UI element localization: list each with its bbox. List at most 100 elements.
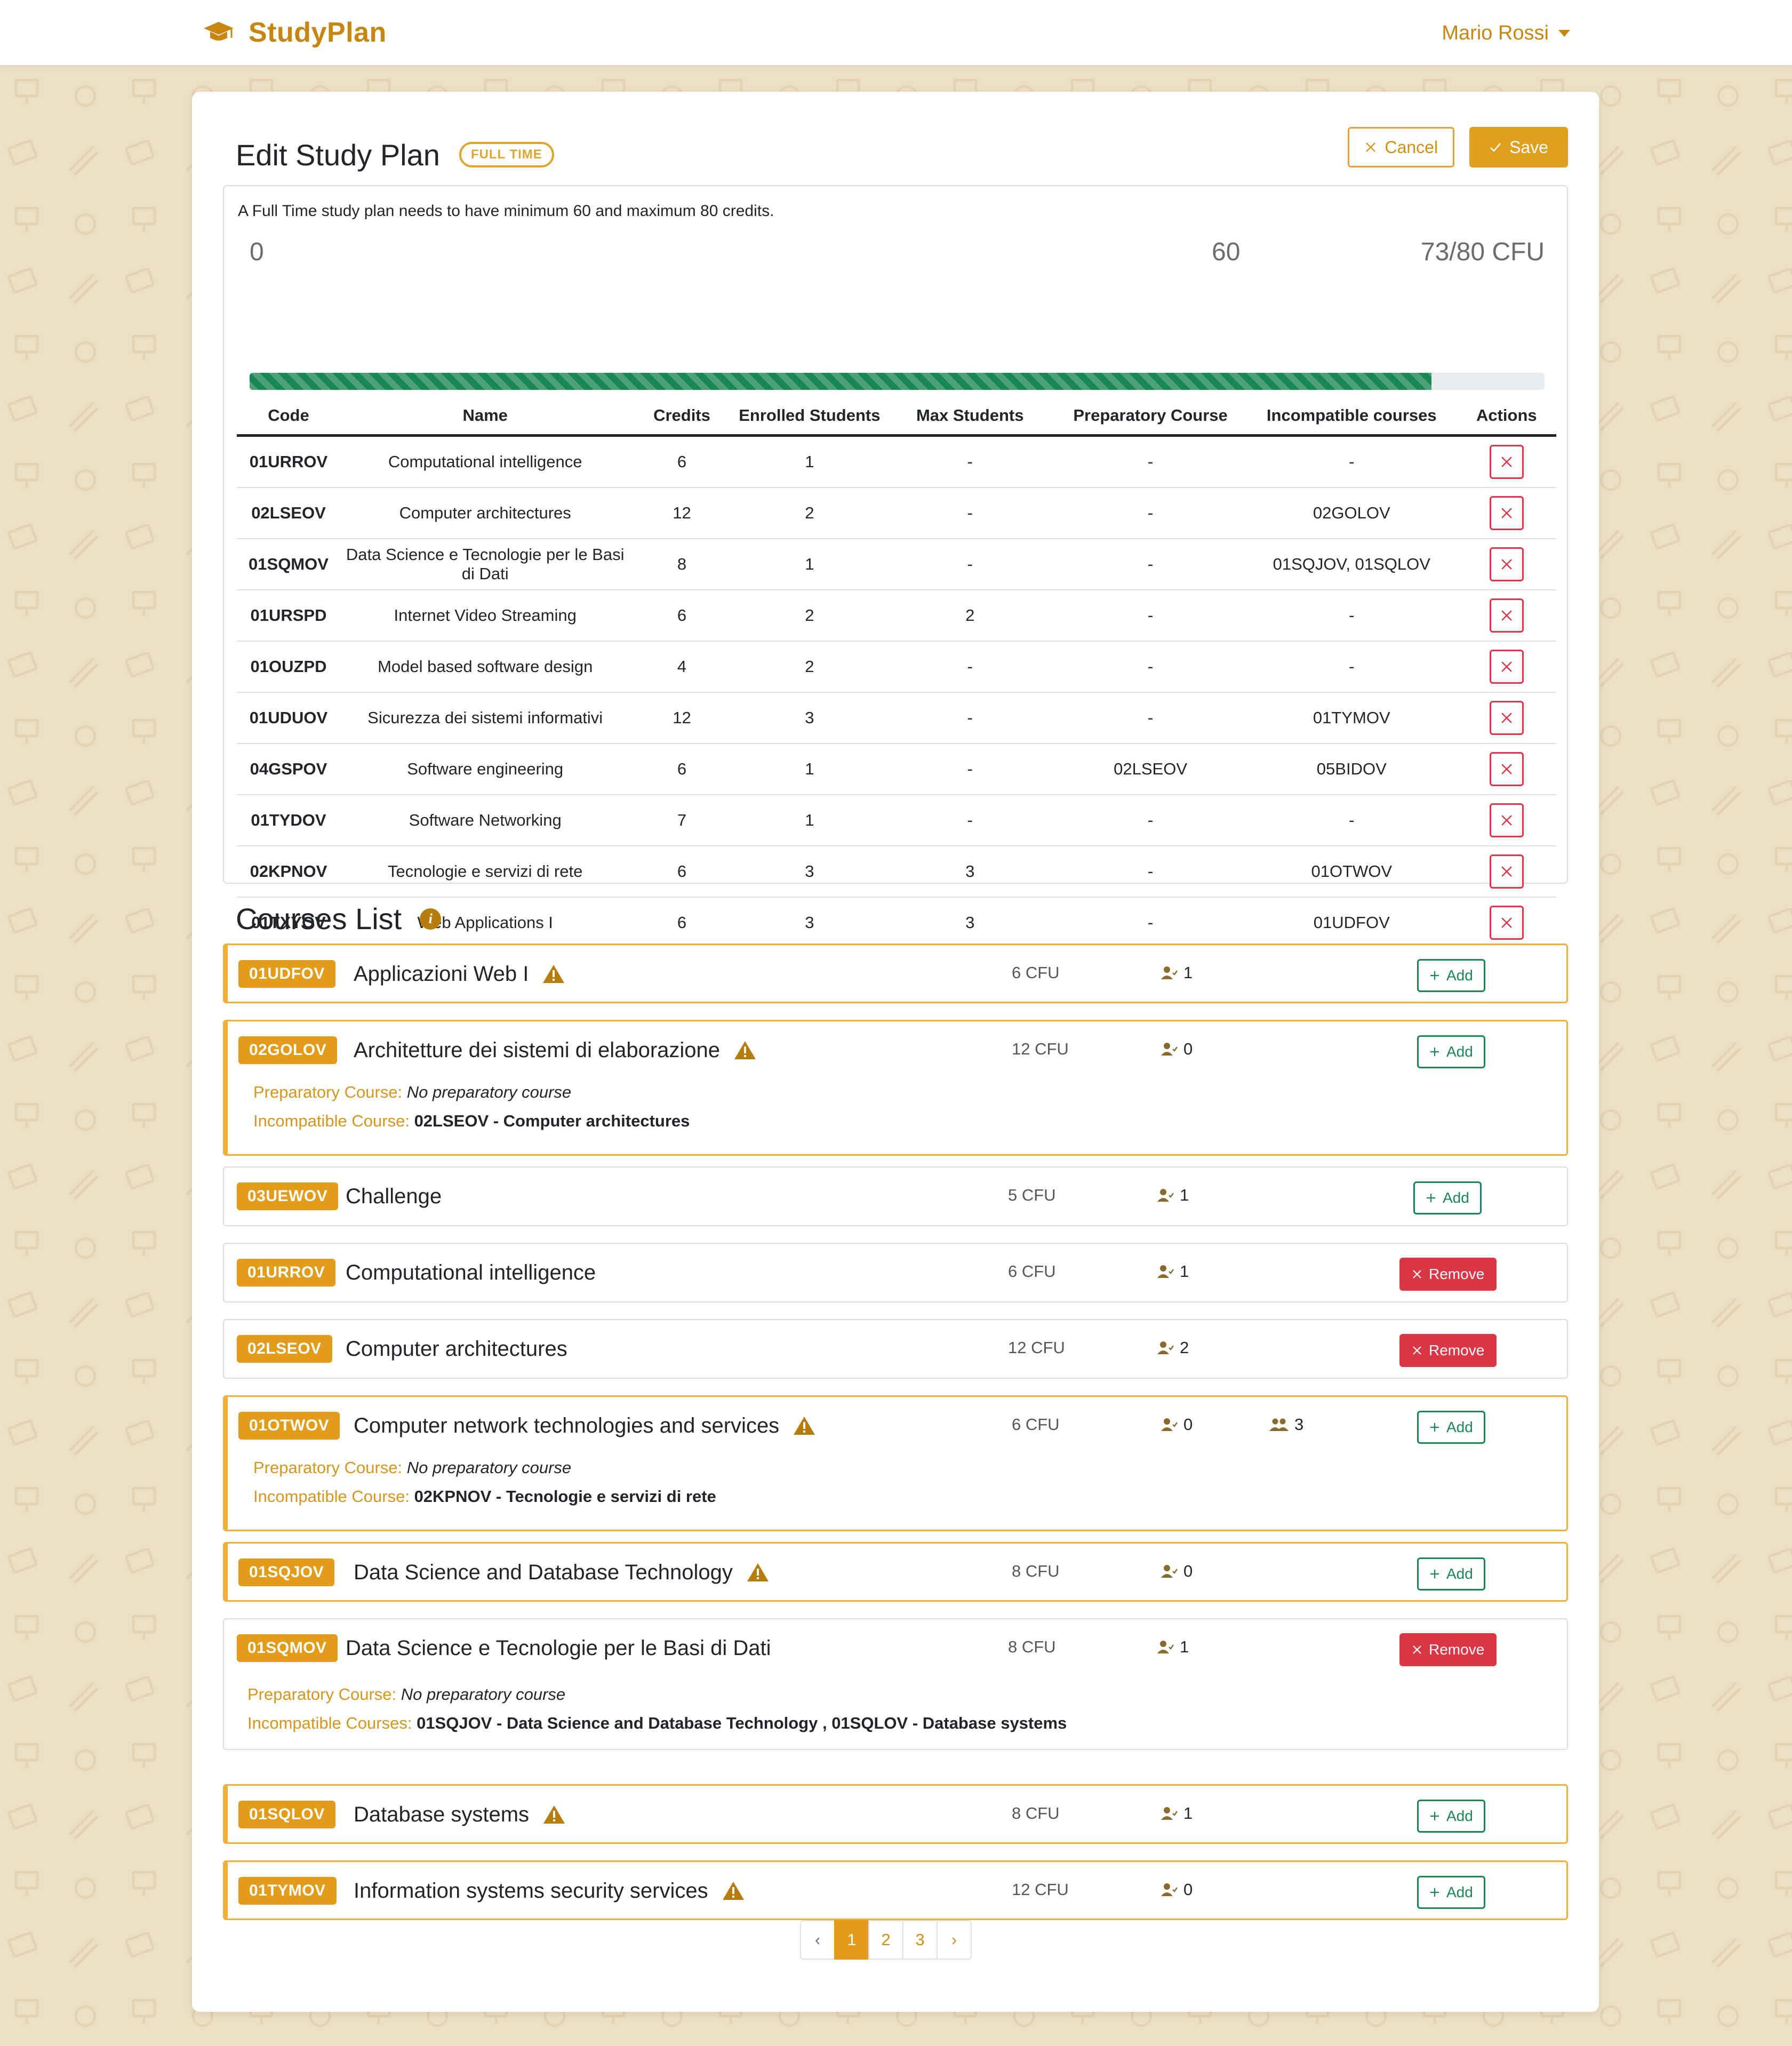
course-item[interactable]: 03UEWOV Challenge 5 CFU 1 Add [223,1166,1568,1226]
warning-icon [793,1416,815,1436]
plan-row: 01SQMOV Data Science e Tecnologie per le … [237,539,1556,590]
remove-course-button[interactable]: Remove [1399,1633,1497,1666]
warning-icon [543,1805,565,1824]
cell-name: Software engineering [340,744,630,795]
remove-from-plan-button[interactable] [1489,752,1524,786]
course-name-text: Database systems [354,1802,530,1826]
add-course-button[interactable]: Add [1417,1800,1485,1833]
course-name-text: Information systems security services [354,1879,708,1903]
add-course-button[interactable]: Add [1417,1876,1485,1909]
add-label: Add [1446,1043,1473,1060]
pagination-page-3[interactable]: 3 [902,1920,938,1960]
course-name: Challenge [346,1181,442,1211]
cell-max-students: 3 [965,913,975,932]
course-item[interactable]: 02LSEOV Computer architectures 12 CFU 2 Remo… [223,1319,1568,1379]
pagination-page-1[interactable]: 1 [834,1920,869,1960]
cell-code: 01UDUOV [237,692,340,744]
course-item[interactable]: 01SQMOV Data Science e Tecnologie per le … [223,1618,1568,1750]
course-item[interactable]: 01UDFOV Applicazioni Web I 6 CFU 1 Add [223,944,1568,1003]
course-name: Data Science e Tecnologie per le Basi di… [346,1633,771,1663]
course-item[interactable]: 02GOLOV Architetture dei sistemi di elabo… [223,1020,1568,1156]
course-item[interactable]: 01URROV Computational intelligence 6 CFU 1 R… [223,1243,1568,1302]
course-credits: 6 CFU [1012,963,1060,982]
course-name: Information systems security services [354,1876,745,1906]
user-menu-dropdown[interactable]: Mario Rossi [1442,17,1570,49]
remove-from-plan-button[interactable] [1489,650,1524,684]
cell-incompatible: 01UDFOV [1313,913,1390,932]
course-enrolled: 0 [1160,1562,1193,1581]
cell-credits: 6 [630,846,734,898]
cell-actions [1457,744,1556,795]
remove-from-plan-button[interactable] [1489,701,1524,735]
add-label: Add [1446,1808,1473,1824]
close-icon [1413,1645,1421,1654]
close-icon [1501,713,1512,723]
enrolled-count: 0 [1183,1880,1193,1899]
cell-preparatory: - [1054,590,1246,642]
warning-icon [747,1562,769,1583]
course-code-badge: 03UEWOV [237,1182,339,1210]
cell-credits: 6 [630,435,734,488]
incompatible-label: Incompatible Courses: [247,1714,412,1732]
add-course-button[interactable]: Add [1413,1181,1482,1214]
remove-from-plan-button[interactable] [1489,803,1524,837]
add-course-button[interactable]: Add [1417,959,1485,992]
cell-max-students: - [885,692,1055,744]
preparatory-label: Preparatory Course: [253,1083,403,1101]
enrolled-count: 0 [1183,1562,1193,1580]
remove-from-plan-button[interactable] [1489,906,1524,940]
progress-labels: 0 60 73/80 CFU [250,237,1545,269]
course-details: Preparatory Course: No preparatory cours… [253,1453,716,1511]
course-name-text: Computational intelligence [346,1260,596,1284]
course-item[interactable]: 01SQJOV Data Science and Database Technol… [223,1542,1568,1602]
cell-code: 02LSEOV [237,487,340,539]
remove-from-plan-button[interactable] [1489,598,1524,633]
incompatible-label: Incompatible Course: [253,1487,410,1506]
add-course-button[interactable]: Add [1417,1035,1485,1068]
pagination-page-2[interactable]: 2 [868,1920,903,1960]
info-icon[interactable]: i [420,908,442,930]
cell-name: Software Networking [340,795,630,846]
add-course-button[interactable]: Add [1417,1557,1485,1591]
remove-course-button[interactable]: Remove [1399,1258,1497,1291]
incompatible-value: 02KPNOV - Tecnologie e servizi di rete [414,1487,716,1506]
cancel-button[interactable]: Cancel [1348,127,1455,167]
course-item[interactable]: 01TYMOV Information systems security serv… [223,1860,1568,1920]
remove-from-plan-button[interactable] [1489,496,1524,530]
remove-from-plan-button[interactable] [1489,854,1524,889]
course-code-badge: 01TYMOV [238,1877,337,1905]
page-title: Edit Study Plan [236,138,440,172]
remove-from-plan-button[interactable] [1489,445,1524,479]
cell-incompatible: 01OTWOV [1246,846,1457,898]
course-enrolled: 1 [1160,1804,1193,1823]
cell-name: Data Science e Tecnologie per le Basi di… [340,539,630,590]
courses-list-label: Courses List [236,902,402,936]
pagination-prev[interactable]: ‹ [800,1920,835,1960]
close-icon [1366,142,1376,152]
enrolled-students-icon [1157,1341,1174,1354]
cell-max-students: 3 [885,846,1055,898]
save-button[interactable]: Save [1469,127,1568,167]
add-course-button[interactable]: Add [1417,1411,1485,1444]
cell-credits: 12 [630,487,734,539]
course-item[interactable]: 01SQLOV Database systems 8 CFU 1 Add [223,1784,1568,1844]
preparatory-info: Preparatory Course: No preparatory cours… [253,1453,716,1482]
remove-from-plan-button[interactable] [1489,547,1524,581]
cell-actions [1457,897,1556,948]
course-credits: 5 CFU [1008,1186,1056,1204]
brand[interactable]: StudyPlan [203,15,387,50]
course-enrolled: 2 [1156,1338,1189,1357]
cell-credits: 12 [630,692,734,744]
remove-course-button[interactable]: Remove [1399,1334,1497,1367]
add-label: Add [1446,1884,1473,1900]
cell-preparatory: - [1054,487,1246,539]
warning-icon [734,1041,756,1059]
incompatible-label: Incompatible Course: [253,1112,410,1130]
course-item[interactable]: 01OTWOV Computer network technologies and… [223,1395,1568,1531]
course-name-text: Computer network technologies and servic… [354,1413,780,1437]
col-preparatory: Preparatory Course [1054,397,1246,437]
plus-icon [1430,1048,1439,1056]
pagination-next[interactable]: › [937,1920,972,1960]
plan-header: Edit Study Plan FULL TIME [236,128,554,181]
plan-row: 02KPNOV Tecnologie e servizi di rete 6 3 3-0… [237,846,1556,898]
